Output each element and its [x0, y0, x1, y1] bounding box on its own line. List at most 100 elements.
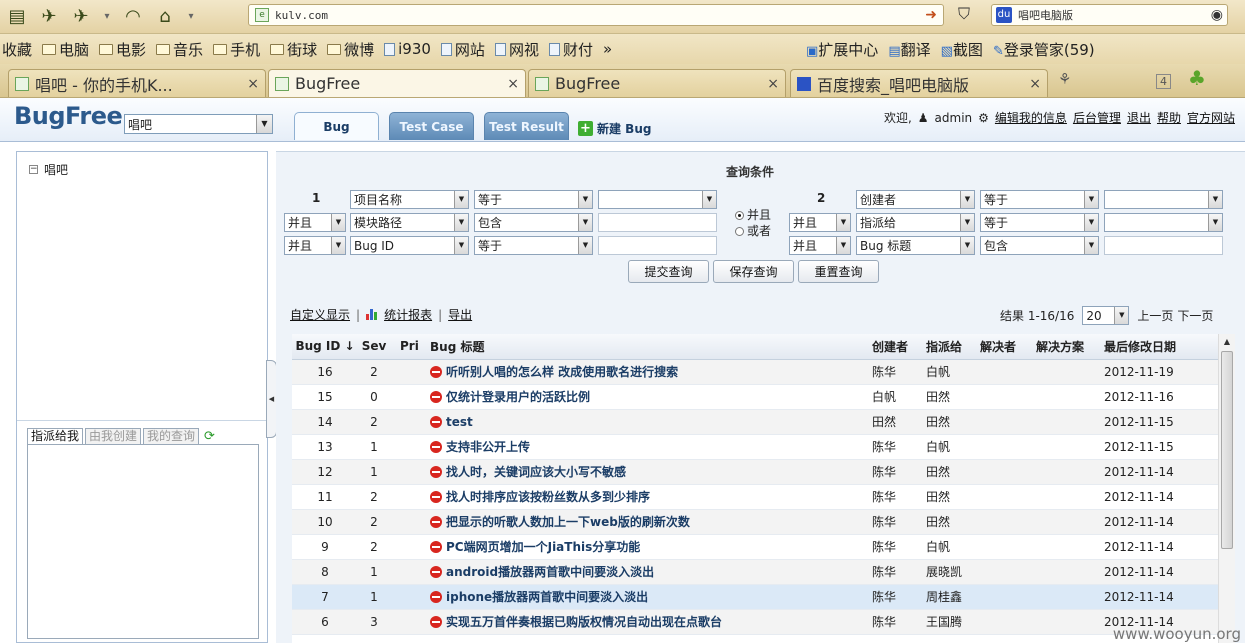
- table-row[interactable]: 13 1 支持非公开上传 陈华 白帆 2012-11-15: [292, 434, 1218, 460]
- bamboo-icon[interactable]: ♣: [1188, 66, 1206, 90]
- submit-query-button[interactable]: 提交查询: [628, 260, 709, 283]
- bookmark-item[interactable]: 音乐: [156, 39, 203, 60]
- browser-tab[interactable]: 唱吧 - 你的手机K... ×: [8, 69, 266, 97]
- close-icon[interactable]: ×: [507, 76, 519, 92]
- radio-or[interactable]: 或者: [735, 223, 771, 239]
- chevron-down-icon[interactable]: ▼: [836, 237, 850, 254]
- operator-select[interactable]: 等于 ▼: [980, 190, 1099, 209]
- bookmark-item[interactable]: 手机: [213, 39, 260, 60]
- table-row[interactable]: 11 2 找人时排序应该按粉丝数从多到少排序 陈华 田然 2012-11-14: [292, 484, 1218, 510]
- chevron-down-icon[interactable]: ▼: [454, 237, 468, 254]
- home-dropdown-icon[interactable]: ▾: [184, 4, 198, 28]
- custom-display-link[interactable]: 自定义显示: [290, 306, 350, 323]
- scroll-up-icon[interactable]: ▲: [1219, 334, 1235, 350]
- bug-title-text[interactable]: 支持非公开上传: [446, 440, 530, 454]
- official-site-link[interactable]: 官方网站: [1187, 109, 1235, 126]
- prev-page-link[interactable]: 上一页: [1137, 307, 1173, 324]
- value-select[interactable]: ▼: [598, 190, 717, 209]
- bug-title-link[interactable]: 把显示的听歌人数加上一下web版的刷新次数: [420, 509, 862, 535]
- next-page-link[interactable]: 下一页: [1177, 307, 1213, 324]
- operator-select[interactable]: 包含 ▼: [980, 236, 1099, 255]
- toolbar-item[interactable]: ▣扩展中心: [806, 39, 878, 60]
- table-row[interactable]: 15 0 仅统计登录用户的活跃比例 白帆 田然 2012-11-16: [292, 384, 1218, 410]
- bug-title-text[interactable]: 找人时，关键词应该大小写不敏感: [446, 465, 626, 479]
- col-title[interactable]: Bug 标题: [420, 334, 862, 360]
- operator-select[interactable]: 等于 ▼: [474, 190, 593, 209]
- bug-title-text[interactable]: android播放器两首歌中间要淡入淡出: [446, 565, 654, 579]
- tab-test-case[interactable]: Test Case: [389, 112, 474, 140]
- logic-select[interactable]: 并且 ▼: [789, 213, 851, 232]
- bug-title-link[interactable]: test: [420, 409, 862, 435]
- chevron-down-icon[interactable]: ▼: [1114, 307, 1129, 324]
- browser-tab[interactable]: BugFree ×: [268, 69, 526, 97]
- chevron-down-icon[interactable]: ▼: [454, 214, 468, 231]
- col-bug-id[interactable]: Bug ID ↓: [292, 334, 358, 360]
- edit-profile-link[interactable]: 编辑我的信息: [995, 109, 1067, 126]
- col-resolver[interactable]: 解决者: [970, 334, 1026, 360]
- operator-select[interactable]: 等于 ▼: [474, 236, 593, 255]
- bookmarks-more-icon[interactable]: »: [603, 40, 612, 58]
- toolbar-item[interactable]: ✎登录管家(59): [993, 39, 1095, 60]
- table-row[interactable]: 10 2 把显示的听歌人数加上一下web版的刷新次数 陈华 田然 2012-11-14: [292, 509, 1218, 535]
- bug-title-link[interactable]: 支持非公开上传: [420, 434, 862, 460]
- operator-select[interactable]: 等于 ▼: [980, 213, 1099, 232]
- new-bug-button[interactable]: + 新建 Bug: [578, 120, 651, 137]
- field-select[interactable]: 模块路径 ▼: [350, 213, 469, 232]
- bug-title-text[interactable]: 仅统计登录用户的活跃比例: [446, 390, 590, 404]
- address-bar[interactable]: e kulv.com ➜: [248, 4, 944, 26]
- chevron-down-icon[interactable]: ▼: [1208, 191, 1222, 208]
- toolbar-item[interactable]: ▧截图: [941, 39, 983, 60]
- app-menu-icon[interactable]: ▤: [4, 4, 30, 28]
- logic-select[interactable]: 并且 ▼: [284, 236, 346, 255]
- field-select[interactable]: 指派给 ▼: [856, 213, 975, 232]
- chevron-down-icon[interactable]: ▼: [578, 214, 592, 231]
- value-input[interactable]: [598, 236, 717, 255]
- logic-select[interactable]: 并且 ▼: [284, 213, 346, 232]
- logout-link[interactable]: 退出: [1127, 109, 1151, 126]
- browser-tab[interactable]: 百度搜索_唱吧电脑版 ×: [790, 69, 1048, 97]
- radio-dot-icon[interactable]: [735, 226, 744, 236]
- operator-select[interactable]: 包含 ▼: [474, 213, 593, 232]
- value-select[interactable]: ▼: [1104, 190, 1223, 209]
- chevron-down-icon[interactable]: ▼: [1084, 191, 1098, 208]
- field-select[interactable]: 创建者 ▼: [856, 190, 975, 209]
- col-sev[interactable]: Sev: [358, 334, 390, 360]
- bookmark-item[interactable]: 财付: [548, 39, 593, 60]
- security-shield-icon[interactable]: ⛉: [953, 4, 975, 26]
- chevron-down-icon[interactable]: ▼: [331, 214, 345, 231]
- bookmark-item[interactable]: 网站: [440, 39, 485, 60]
- toolbar-item[interactable]: ▤翻译: [888, 39, 930, 60]
- search-bar[interactable]: du 唱吧电脑版 ◉: [991, 4, 1228, 26]
- chevron-down-icon[interactable]: ▼: [1084, 214, 1098, 231]
- table-row[interactable]: 7 1 iphone播放器两首歌中间要淡入淡出 陈华 周桂鑫 2012-11-14: [292, 584, 1218, 610]
- back-icon[interactable]: ✈: [36, 4, 62, 28]
- save-query-button[interactable]: 保存查询: [713, 260, 794, 283]
- reload-icon[interactable]: ◠: [120, 4, 146, 28]
- table-row[interactable]: 9 2 PC端网页增加一个JiaThis分享功能 陈华 白帆 2012-11-14: [292, 534, 1218, 560]
- value-input[interactable]: [598, 213, 717, 232]
- chevron-down-icon[interactable]: ▼: [578, 191, 592, 208]
- bug-title-link[interactable]: android播放器两首歌中间要淡入淡出: [420, 559, 862, 585]
- scroll-thumb[interactable]: [1221, 351, 1233, 549]
- refresh-icon[interactable]: ⟳: [204, 429, 215, 444]
- chevron-down-icon[interactable]: ▼: [960, 191, 974, 208]
- bug-title-link[interactable]: PC端网页增加一个JiaThis分享功能: [420, 534, 862, 560]
- bookmark-item[interactable]: 街球: [270, 39, 317, 60]
- module-tree-root[interactable]: − 唱吧: [29, 161, 68, 178]
- chevron-down-icon[interactable]: ▼: [960, 237, 974, 254]
- chevron-down-icon[interactable]: ▼: [1208, 214, 1222, 231]
- bug-title-link[interactable]: 实现五万首伴奏根据已购版权情况自动出现在点歌台: [420, 609, 862, 635]
- table-row[interactable]: 6 3 实现五万首伴奏根据已购版权情况自动出现在点歌台 陈华 王国腾 2012-11-14: [292, 609, 1218, 635]
- table-row[interactable]: 14 2 test 田然 田然 2012-11-15: [292, 409, 1218, 435]
- tab-test-result[interactable]: Test Result: [484, 112, 569, 140]
- bug-title-text[interactable]: PC端网页增加一个JiaThis分享功能: [446, 540, 640, 554]
- logic-select[interactable]: 并且 ▼: [789, 236, 851, 255]
- go-icon[interactable]: ➜: [925, 7, 937, 23]
- field-select[interactable]: Bug ID ▼: [350, 236, 469, 255]
- field-select[interactable]: 项目名称 ▼: [350, 190, 469, 209]
- chevron-down-icon[interactable]: ▼: [836, 214, 850, 231]
- field-select[interactable]: Bug 标题 ▼: [856, 236, 975, 255]
- home-icon[interactable]: ⌂: [152, 4, 178, 28]
- close-icon[interactable]: ×: [247, 76, 259, 92]
- forward-icon[interactable]: ✈: [68, 4, 94, 28]
